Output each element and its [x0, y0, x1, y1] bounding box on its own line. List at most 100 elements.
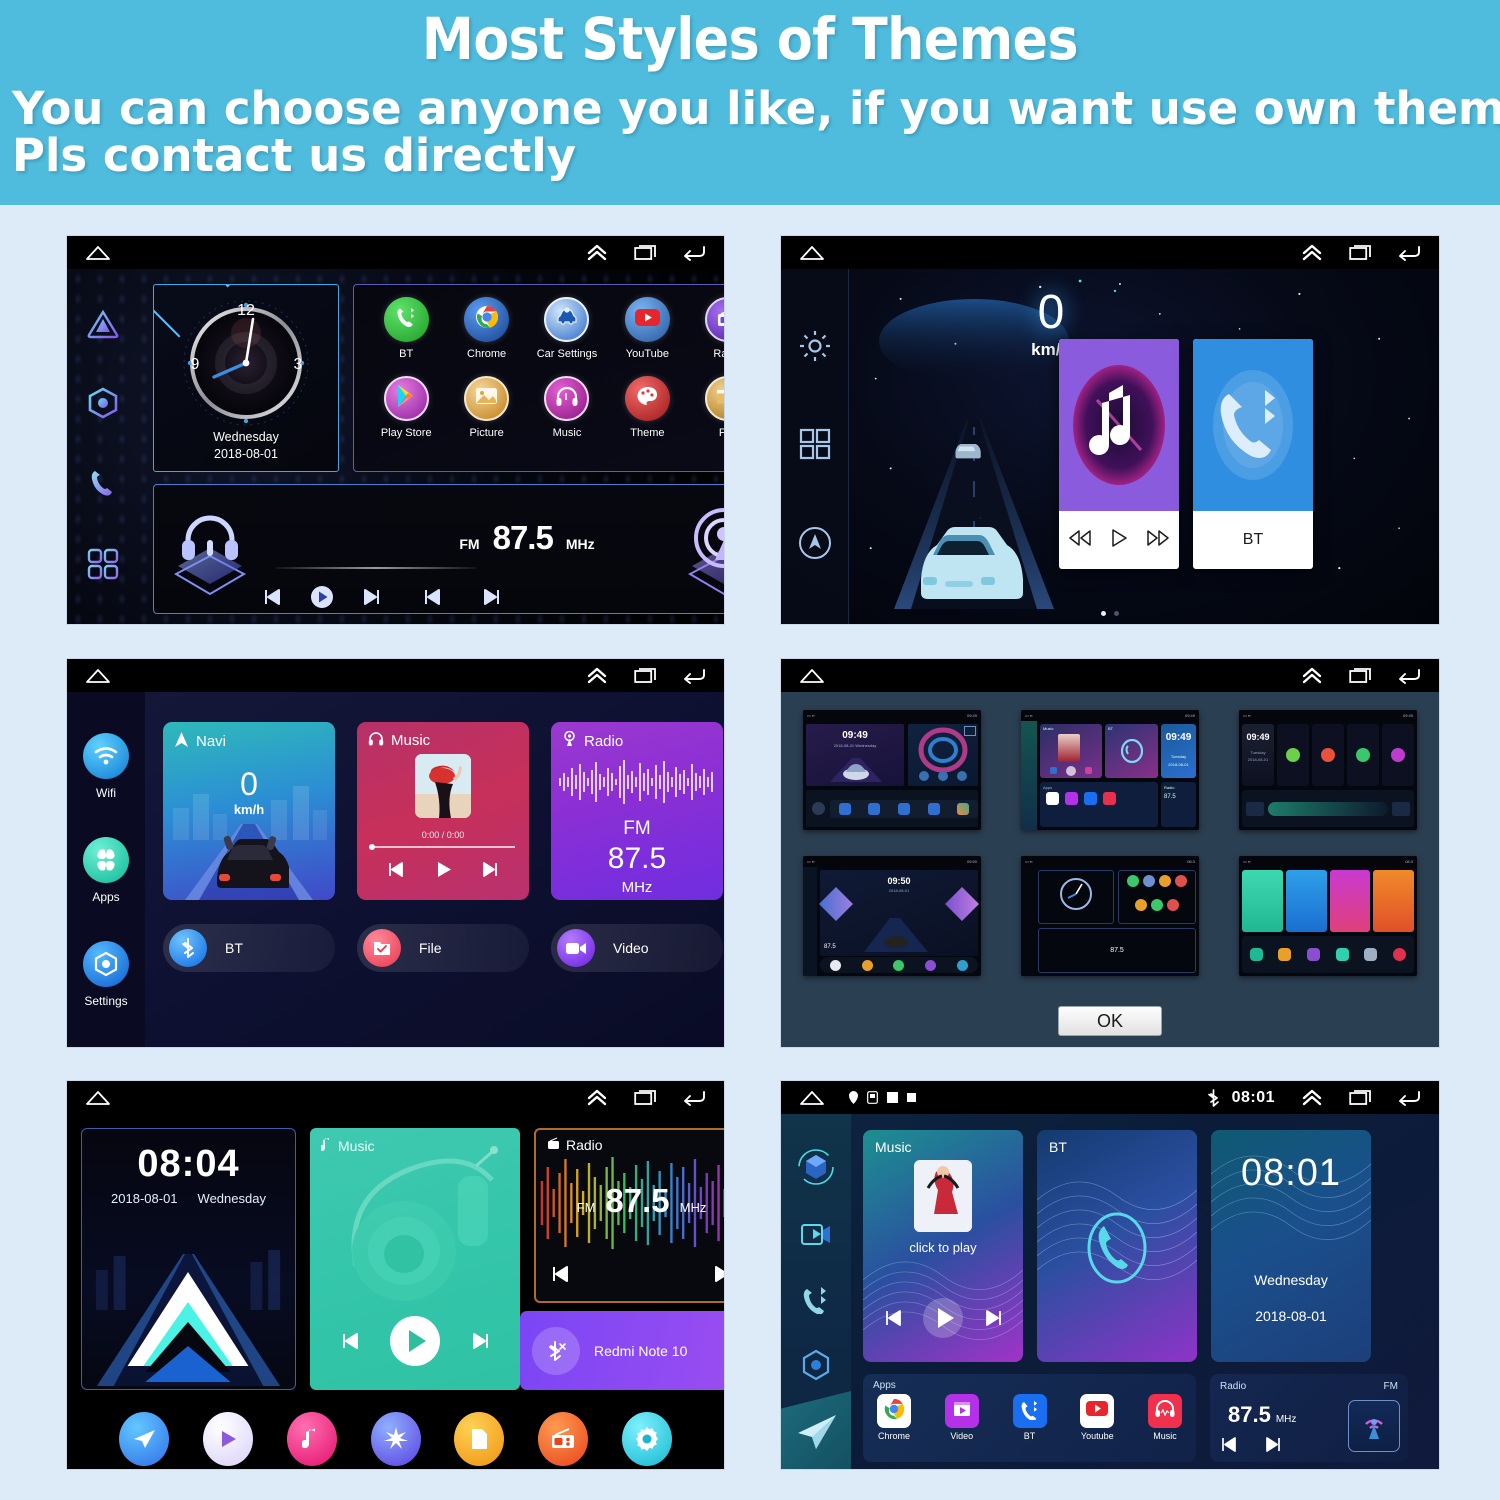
music-tile[interactable]: [1059, 339, 1179, 569]
play-icon[interactable]: [389, 1315, 441, 1372]
prev-icon[interactable]: [550, 1264, 570, 1289]
screen-theme-1[interactable]: 12 3 9 Wednesday 2018-08-01 BT Chrome Ca…: [66, 235, 725, 625]
theme-thumb-5[interactable]: ▭ ▪▪ 08:3 87.5: [1021, 856, 1199, 976]
page-dot-active[interactable]: [1101, 611, 1106, 616]
chevron-double-up-icon[interactable]: [1301, 667, 1323, 685]
rewind-icon[interactable]: [1068, 529, 1091, 551]
screen-theme-2[interactable]: 0 km/h BT: [780, 235, 1440, 625]
pill-bt[interactable]: BT: [163, 924, 335, 972]
app-picture[interactable]: Picture: [446, 376, 526, 439]
app-music[interactable]: Music: [527, 376, 607, 439]
file-icon[interactable]: [454, 1412, 505, 1466]
tile-clock[interactable]: 08:01 Wednesday 2018-08-01: [1211, 1130, 1371, 1362]
rail-item-apps[interactable]: Apps: [83, 836, 129, 904]
app-file[interactable]: File: [688, 376, 724, 439]
app-radio[interactable]: Radio: [688, 297, 724, 360]
next-icon[interactable]: [985, 1309, 1003, 1332]
card-radio[interactable]: Radio FM 87.5 MHz: [551, 722, 723, 900]
back-arrow-icon[interactable]: [682, 244, 706, 261]
app-bt[interactable]: BT: [1012, 1394, 1047, 1441]
home-icon[interactable]: [799, 1089, 825, 1106]
prev-icon[interactable]: [340, 1331, 360, 1356]
next-icon[interactable]: [713, 1264, 724, 1289]
home-icon[interactable]: [799, 244, 825, 261]
cube-icon[interactable]: [796, 1147, 836, 1192]
bluetooth-phone-icon[interactable]: [801, 1284, 831, 1319]
tile-music[interactable]: Music click to play: [863, 1130, 1023, 1362]
app-bt[interactable]: BT: [366, 297, 446, 360]
next-icon[interactable]: [471, 1331, 491, 1356]
app-music[interactable]: Music: [1148, 1394, 1182, 1441]
chevron-double-up-icon[interactable]: [1301, 1089, 1323, 1107]
bt-tile[interactable]: BT: [1193, 339, 1313, 569]
play-icon[interactable]: [310, 585, 334, 614]
music-seekbar[interactable]: [369, 844, 515, 850]
forward-icon[interactable]: [1147, 529, 1170, 551]
antenna-hex-icon[interactable]: [676, 495, 724, 605]
radio-widget[interactable]: FM 87.5 MHz: [153, 484, 724, 614]
theme-thumb-2[interactable]: ▭ ▪▪ 09:49 Music BT 09:49 Tuesday 2018-0…: [1021, 710, 1199, 830]
home-icon[interactable]: [799, 667, 825, 684]
home-icon[interactable]: [85, 1089, 111, 1106]
seek-bar[interactable]: [276, 567, 476, 569]
card-music[interactable]: Music 0:00 / 0:00: [357, 722, 529, 900]
theme-thumb-6[interactable]: ▭ ▪▪ 08:3: [1239, 856, 1417, 976]
app-play-store[interactable]: Play Store: [366, 376, 446, 439]
play-icon[interactable]: [1110, 528, 1128, 552]
music-card[interactable]: Music: [310, 1128, 520, 1390]
settings-hexagon-icon[interactable]: [801, 1349, 831, 1386]
screen-theme-6[interactable]: 08:01 Music click to play BT 08:01 Wedne…: [780, 1080, 1440, 1470]
radio-card[interactable]: Radio FM 87.5 MHz: [534, 1128, 724, 1303]
radio-box[interactable]: Radio FM 87.5 MHz: [1210, 1374, 1408, 1462]
page-dot[interactable]: [1114, 611, 1119, 616]
theme-thumb-1[interactable]: ▭ ▪▪ 09:49 09:49 2018-08-01 Wednesday: [803, 710, 981, 830]
app-chrome[interactable]: Chrome: [446, 297, 526, 360]
app-video[interactable]: Video: [944, 1394, 979, 1441]
gear-icon[interactable]: [798, 329, 832, 368]
recent-apps-icon[interactable]: [634, 244, 656, 261]
prev-icon[interactable]: [422, 587, 442, 612]
pill-video[interactable]: Video: [551, 924, 723, 972]
back-arrow-icon[interactable]: [1397, 667, 1421, 684]
next-icon[interactable]: [482, 861, 499, 883]
bt-device-bar[interactable]: Redmi Note 10: [520, 1311, 724, 1390]
play-icon[interactable]: [202, 1412, 253, 1466]
back-arrow-icon[interactable]: [682, 1089, 706, 1106]
prev-icon[interactable]: [262, 587, 282, 612]
home-icon[interactable]: [85, 244, 111, 261]
rail-item-settings[interactable]: Settings: [83, 941, 129, 1008]
home-icon[interactable]: [85, 667, 111, 684]
chevron-double-up-icon[interactable]: [586, 244, 608, 262]
screen-theme-chooser[interactable]: ▭ ▪▪ 09:49 09:49 2018-08-01 Wednesday ▭ …: [780, 658, 1440, 1048]
recent-apps-icon[interactable]: [634, 1089, 656, 1106]
app-youtube[interactable]: Youtube: [1080, 1394, 1115, 1441]
radio-icon[interactable]: [538, 1412, 589, 1466]
back-arrow-icon[interactable]: [682, 667, 706, 684]
prev-icon[interactable]: [387, 861, 404, 883]
play-icon[interactable]: [434, 860, 453, 884]
navi-icon[interactable]: [118, 1412, 169, 1466]
antenna-icon[interactable]: [1348, 1400, 1400, 1452]
video-icon[interactable]: [801, 1222, 831, 1253]
chevron-double-up-icon[interactable]: [586, 667, 608, 685]
phone-icon[interactable]: [87, 467, 119, 504]
settings-icon[interactable]: [622, 1412, 673, 1466]
recent-apps-icon[interactable]: [634, 667, 656, 684]
screen-theme-3[interactable]: Wifi Apps Settings Navi 0 km/h Music 0:0…: [66, 658, 725, 1048]
next-icon[interactable]: [362, 587, 382, 612]
screen-theme-5[interactable]: 08:04 2018-08-01 Wednesday Music Radio F…: [66, 1080, 725, 1470]
recent-apps-icon[interactable]: [1349, 667, 1371, 684]
chevron-double-up-icon[interactable]: [1301, 244, 1323, 262]
music-icon[interactable]: [286, 1412, 337, 1466]
prev-icon[interactable]: [884, 1309, 902, 1332]
app-chrome[interactable]: Chrome: [877, 1394, 911, 1441]
clock-widget[interactable]: 12 3 9 Wednesday 2018-08-01: [153, 284, 339, 472]
chevron-double-up-icon[interactable]: [586, 1089, 608, 1107]
tile-bt[interactable]: BT: [1037, 1130, 1197, 1362]
navi-compass-icon[interactable]: [797, 525, 833, 566]
theme-thumb-4[interactable]: ▭ ▪▪ 09:50 09:50 2018-08-01 87.5: [803, 856, 981, 976]
theme-icon[interactable]: [370, 1412, 421, 1466]
apps-grid-icon[interactable]: [86, 547, 120, 586]
back-arrow-icon[interactable]: [1397, 1089, 1421, 1106]
settings-hexagon-icon[interactable]: [86, 387, 120, 424]
